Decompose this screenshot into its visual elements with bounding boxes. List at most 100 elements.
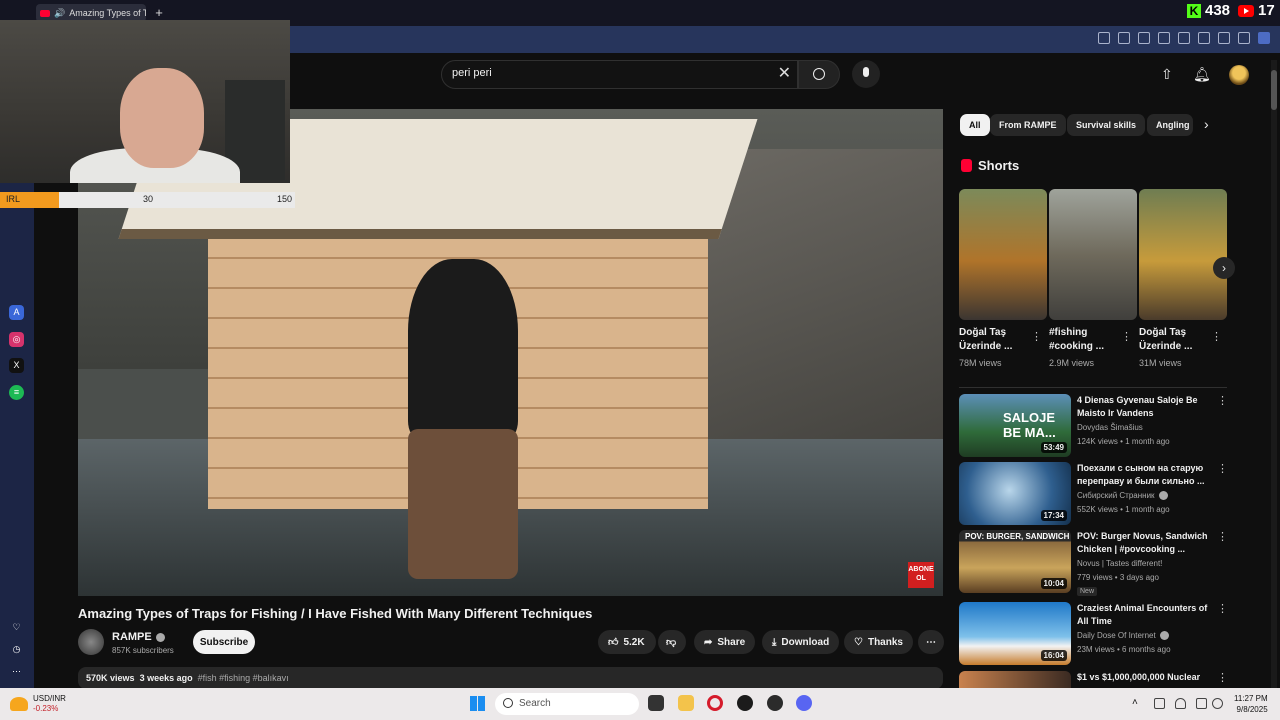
shield-icon[interactable] xyxy=(1138,32,1150,44)
channel-name[interactable]: RAMPE xyxy=(112,631,165,643)
recommended-video[interactable]: 17:34 Поехали с сыном на старую переправ… xyxy=(959,462,1229,526)
system-clock[interactable]: 11:27 PM 9/8/2025 xyxy=(1234,693,1268,715)
extensions-icon[interactable] xyxy=(1258,32,1270,44)
video-thumbnail[interactable]: POV: BURGER, SANDWICH 10:04 xyxy=(959,530,1071,593)
heart-icon[interactable] xyxy=(1178,32,1190,44)
menu-icon[interactable] xyxy=(1218,32,1230,44)
recommended-video[interactable]: SALOJE BE MA... 53:49 4 Dienas Gyvenau S… xyxy=(959,394,1229,458)
short-title[interactable]: Doğal Taş Üzerinde ... xyxy=(1139,326,1209,354)
channel-name[interactable]: Novus | Tastes different! xyxy=(1077,559,1162,568)
search-input[interactable] xyxy=(452,67,772,79)
display-icon[interactable] xyxy=(1196,698,1207,709)
channel-name[interactable]: Сибирский Странник xyxy=(1077,491,1168,501)
chip-survival-skills[interactable]: Survival skills xyxy=(1067,114,1146,136)
voice-search-button[interactable] xyxy=(852,60,880,88)
more-icon[interactable]: ⋯ xyxy=(9,664,24,679)
more-vert-icon[interactable]: ⋮ xyxy=(1031,330,1042,343)
short-thumbnail[interactable] xyxy=(959,189,1047,320)
scrollbar-thumb[interactable] xyxy=(1271,70,1277,110)
hashtags[interactable]: #fish #fishing #balıkavı xyxy=(198,673,289,683)
obs-icon[interactable] xyxy=(737,695,753,711)
more-vert-icon[interactable]: ⋮ xyxy=(1217,602,1228,615)
short-thumbnail[interactable] xyxy=(1049,189,1137,320)
download-icon[interactable] xyxy=(1198,32,1210,44)
windows-start-icon[interactable] xyxy=(470,696,485,711)
microphone-icon[interactable] xyxy=(1175,698,1186,709)
video-thumbnail[interactable]: SALOJE BE MA... 53:49 xyxy=(959,394,1071,457)
webcam-person-head xyxy=(120,68,204,168)
opera-icon[interactable] xyxy=(707,695,723,711)
search-box[interactable]: ✕ xyxy=(441,60,798,89)
search-button[interactable] xyxy=(798,60,840,89)
clear-search-icon[interactable]: ✕ xyxy=(778,66,791,82)
more-actions-button[interactable]: ⋯ xyxy=(918,630,944,654)
thanks-button[interactable]: ♡ Thanks xyxy=(844,630,913,654)
short-views: 78M views xyxy=(959,358,1002,368)
dislike-button[interactable]: 👎︎ xyxy=(658,630,686,654)
chip-from-rampe[interactable]: From RAMPE xyxy=(990,114,1066,136)
network-icon[interactable] xyxy=(1154,698,1165,709)
discord-icon[interactable] xyxy=(796,695,812,711)
upload-icon[interactable]: ⇧ xyxy=(1161,66,1173,83)
description-box[interactable]: 570K views 3 weeks ago #fish #fishing #b… xyxy=(78,667,943,689)
taskbar-search[interactable]: Search xyxy=(495,693,639,715)
notifications-bell-icon[interactable]: 🔔︎ xyxy=(1193,66,1211,83)
account-avatar[interactable] xyxy=(1229,65,1249,85)
channel-name[interactable]: Daily Dose Of Internet xyxy=(1077,631,1169,641)
video-title[interactable]: Craziest Animal Encounters of All Time xyxy=(1077,602,1209,628)
kick-viewers-value: 438 xyxy=(1205,2,1231,19)
like-button[interactable]: 👍︎ 5.2K xyxy=(598,630,656,654)
short-thumbnail[interactable] xyxy=(1139,189,1227,320)
chevron-right-icon[interactable]: › xyxy=(1213,257,1235,279)
profile-icon[interactable] xyxy=(1238,32,1250,44)
video-thumbnail[interactable]: 16:04 xyxy=(959,602,1071,665)
channel-name[interactable]: Dovydas Šimašius xyxy=(1077,423,1143,432)
history-icon[interactable]: ◷ xyxy=(9,642,24,657)
recommended-video[interactable]: $1 vs $1,000,000,000 Nuclear ⋮ xyxy=(959,671,1229,688)
aria-icon[interactable]: A xyxy=(9,305,24,320)
more-vert-icon[interactable]: ⋮ xyxy=(1217,671,1228,684)
more-vert-icon[interactable]: ⋮ xyxy=(1217,462,1228,475)
video-title[interactable]: $1 vs $1,000,000,000 Nuclear xyxy=(1077,671,1209,684)
video-title[interactable]: 4 Dienas Gyvenau Saloje Be Maisto Ir Van… xyxy=(1077,394,1209,420)
short-title[interactable]: Doğal Taş Üzerinde ... xyxy=(959,326,1029,354)
new-tab-button[interactable]: + xyxy=(152,6,166,20)
video-meta: 552K views • 1 month ago xyxy=(1077,505,1170,514)
stock-widget[interactable]: USD/INR -0.23% xyxy=(10,694,66,714)
video-title[interactable]: Поехали с сыном на старую переправу и бы… xyxy=(1077,462,1209,488)
youtube-favicon-icon xyxy=(40,9,50,17)
chevron-right-icon[interactable]: › xyxy=(1204,116,1209,132)
channel-avatar[interactable] xyxy=(78,629,104,655)
more-vert-icon[interactable]: ⋮ xyxy=(1121,330,1132,343)
video-thumbnail[interactable]: 17:34 xyxy=(959,462,1071,525)
thumbs-up-icon: 👍︎ xyxy=(608,637,619,648)
volume-icon[interactable] xyxy=(1212,698,1223,709)
more-vert-icon[interactable]: ⋮ xyxy=(1211,330,1222,343)
file-explorer-icon[interactable] xyxy=(678,695,694,711)
thumbs-down-icon: 👎︎ xyxy=(666,637,677,648)
recommended-video[interactable]: POV: BURGER, SANDWICH 10:04 POV: Burger … xyxy=(959,530,1229,596)
chip-angling[interactable]: Angling xyxy=(1147,114,1193,136)
page-scrollbar[interactable] xyxy=(1271,60,1277,688)
edit-icon[interactable] xyxy=(1098,32,1110,44)
heart-icon[interactable]: ♡ xyxy=(9,620,24,635)
recommended-video[interactable]: 16:04 Craziest Animal Encounters of All … xyxy=(959,602,1229,666)
task-view-icon[interactable] xyxy=(648,695,664,711)
spotify-icon[interactable]: ≡ xyxy=(9,385,24,400)
chip-all[interactable]: All xyxy=(960,114,990,136)
subscribe-watermark[interactable]: ABONE OL xyxy=(908,562,934,588)
play-icon[interactable] xyxy=(1158,32,1170,44)
instagram-icon[interactable]: ◎ xyxy=(9,332,24,347)
video-title[interactable]: POV: Burger Novus, Sandwich Chicken | #p… xyxy=(1077,530,1209,556)
video-thumbnail[interactable] xyxy=(959,671,1071,688)
more-vert-icon[interactable]: ⋮ xyxy=(1217,394,1228,407)
short-title[interactable]: #fishing #cooking ... xyxy=(1049,326,1119,354)
app-icon[interactable] xyxy=(767,695,783,711)
more-vert-icon[interactable]: ⋮ xyxy=(1217,530,1228,543)
camera-icon[interactable] xyxy=(1118,32,1130,44)
x-icon[interactable]: X xyxy=(9,358,24,373)
download-button[interactable]: ⤓ Download xyxy=(762,630,840,654)
share-button[interactable]: ➦ Share xyxy=(694,630,756,654)
chevron-up-icon[interactable]: ˄ xyxy=(1132,698,1143,709)
subscribe-button[interactable]: Subscribe xyxy=(193,630,255,654)
